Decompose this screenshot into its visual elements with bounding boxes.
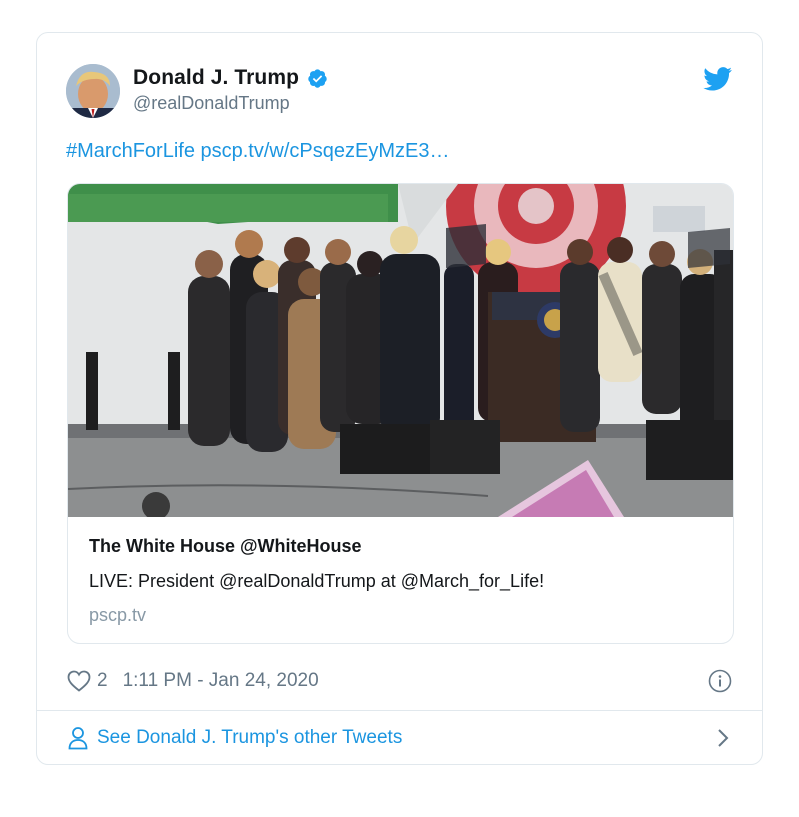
link-card-domain: pscp.tv xyxy=(89,605,147,625)
tweet-action-row: 2 1:11 PM - Jan 24, 2020 xyxy=(67,668,732,694)
link-card-info: The White House @WhiteHouse LIVE: Presid… xyxy=(89,536,712,626)
other-tweets-link[interactable]: See Donald J. Trump's other Tweets xyxy=(97,727,402,749)
author-name-row: Donald J. Trump xyxy=(133,66,328,90)
chevron-right-icon[interactable] xyxy=(716,727,730,749)
footer-divider xyxy=(37,710,762,711)
twitter-bird-icon[interactable] xyxy=(703,67,733,91)
hashtag-link[interactable]: #MarchForLife xyxy=(66,140,195,162)
author-handle[interactable]: @realDonaldTrump xyxy=(133,93,328,114)
tweet-text: #MarchForLife pscp.tv/w/cPsqezEyMzE3… xyxy=(66,140,449,163)
verified-badge-icon xyxy=(307,68,328,89)
person-icon xyxy=(67,726,89,750)
author-block: Donald J. Trump @realDonaldTrump xyxy=(133,66,328,114)
tweet-header: Donald J. Trump @realDonaldTrump xyxy=(66,63,733,119)
video-thumbnail[interactable] xyxy=(68,184,734,517)
author-name[interactable]: Donald J. Trump xyxy=(133,66,299,90)
other-tweets-row[interactable]: See Donald J. Trump's other Tweets xyxy=(67,723,732,753)
link-card-title[interactable]: The White House @WhiteHouse xyxy=(89,536,712,557)
tweet-url-link[interactable]: pscp.tv/w/cPsqezEyMzE3… xyxy=(201,140,450,162)
like-count[interactable]: 2 xyxy=(97,670,108,692)
link-card-description: LIVE: President @realDonaldTrump at @Mar… xyxy=(89,571,545,591)
info-icon[interactable] xyxy=(708,669,732,693)
heart-icon[interactable] xyxy=(67,670,91,692)
avatar[interactable] xyxy=(66,64,120,118)
embedded-tweet[interactable]: Donald J. Trump @realDonaldTrump #MarchF… xyxy=(36,32,763,765)
link-preview-card[interactable]: The White House @WhiteHouse LIVE: Presid… xyxy=(67,183,734,644)
tweet-timestamp[interactable]: 1:11 PM - Jan 24, 2020 xyxy=(123,670,319,692)
